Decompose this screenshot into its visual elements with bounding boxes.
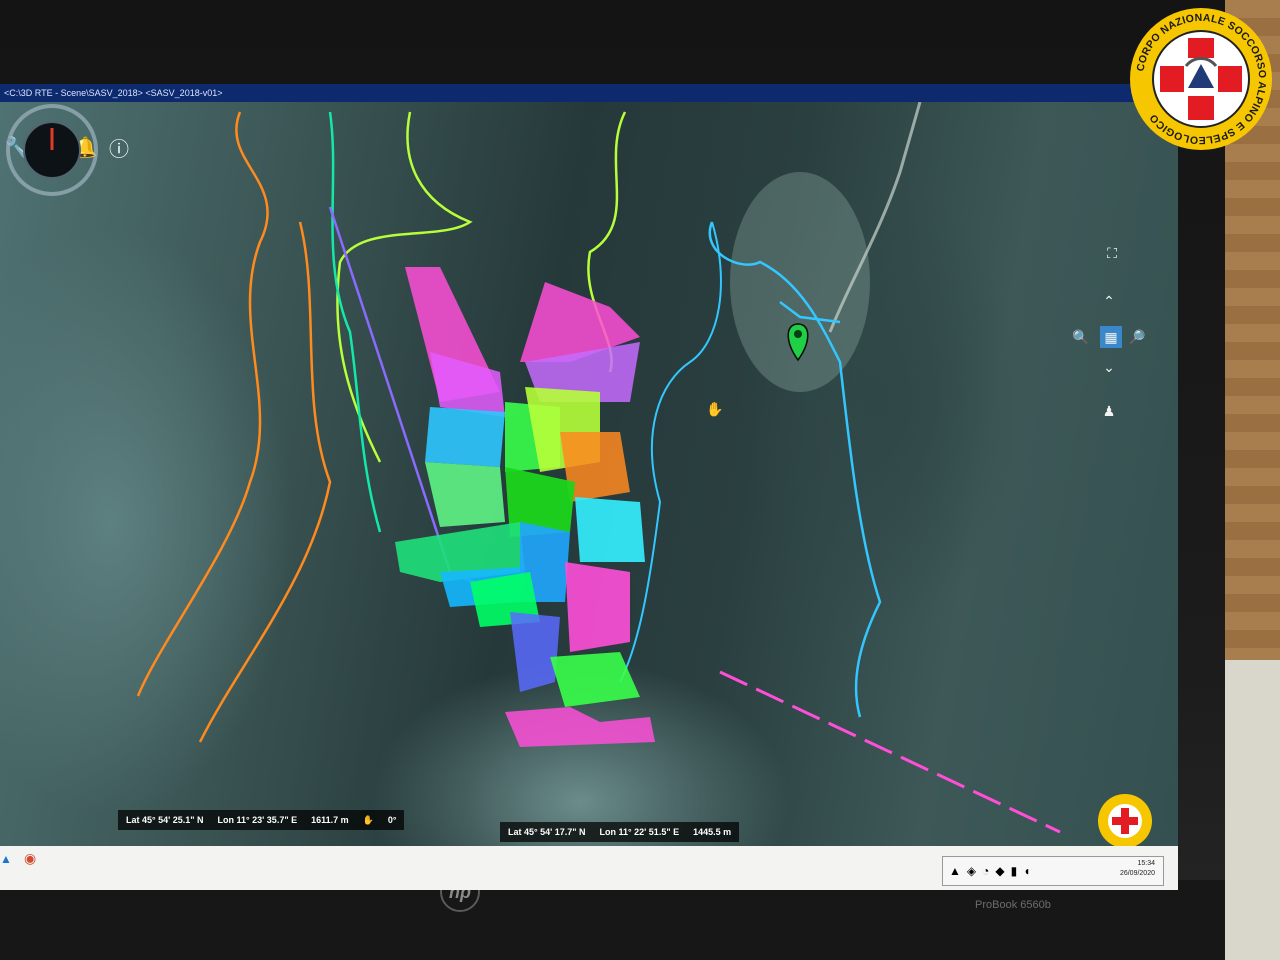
track-pink-dashed — [719, 670, 1061, 834]
heading-value: 0° — [387, 815, 397, 825]
person-icon[interactable]: ♟ — [1100, 402, 1118, 420]
marker-dot — [794, 330, 802, 338]
sector-pink-3 — [565, 562, 630, 652]
sector-indigo-1 — [510, 612, 560, 692]
tilt-up-icon[interactable]: ⌃ — [1100, 292, 1118, 310]
latitude-left: Lat 45° 54' 25.1" N — [126, 815, 204, 825]
network-icon[interactable]: ▮ — [1011, 864, 1018, 878]
longitude-right: Lon 11° 22' 51.5" E — [599, 827, 680, 837]
zoom-in-icon[interactable]: 🔎 — [1128, 328, 1146, 346]
cnsas-small-logo — [1098, 794, 1152, 846]
track-orange-2 — [198, 221, 332, 743]
map-view[interactable]: ✋ 🔧 🔍 🔔 ⓘ ⛶ ⌃ 🔍 ▦ 🔎 ⌄ ♟ Lat 45° 54' 25. — [0, 102, 1178, 846]
tilt-down-icon[interactable]: ⌄ — [1100, 358, 1118, 376]
longitude-left: Lon 11° 23' 35.7" E — [217, 815, 298, 825]
paper-sheet — [1225, 660, 1280, 960]
meadow-clearing — [730, 172, 870, 392]
laptop-model-label: ProBook 6560b — [975, 899, 1051, 911]
tray-expand-icon[interactable]: ▲ — [949, 864, 961, 878]
altitude-right: 1445.5 m — [693, 827, 732, 837]
sector-pink-4 — [505, 707, 655, 747]
latitude-right: Lat 45° 54' 17.7" N — [508, 827, 586, 837]
altitude-left: 1611.7 m — [311, 815, 349, 825]
laptop-lower-body — [0, 880, 1225, 960]
map-overlay: ✋ — [136, 102, 1061, 834]
volume-icon[interactable]: ◖ — [1023, 864, 1030, 878]
sector-green-5 — [550, 652, 640, 707]
compass-icon[interactable] — [0, 102, 108, 202]
hand-cursor-icon: ✋ — [706, 401, 723, 418]
status-coordinates-right: Lat 45° 54' 17.7" N Lon 11° 22' 51.5" E … — [500, 822, 740, 842]
cnsas-badge-logo: CORPO NAZIONALE SOCCORSO ALPINO E SPELEO… — [1130, 8, 1272, 150]
sector-aqua-1 — [575, 497, 645, 562]
sector-mint-1 — [425, 462, 505, 527]
hand-icon: ✋ — [362, 814, 374, 825]
taskbar-app-icon[interactable]: ▲ — [0, 852, 12, 866]
clock-date: 26/09/2020 — [1119, 870, 1155, 877]
tray-icon-3[interactable]: ◆ — [995, 864, 1004, 878]
fullscreen-icon[interactable]: ⛶ — [1103, 244, 1121, 262]
chrome-icon[interactable]: ◉ — [24, 850, 36, 867]
sector-cyan-1 — [425, 407, 505, 467]
tray-icon-2[interactable]: ◔ — [982, 864, 989, 878]
zoom-out-icon[interactable]: 🔍 — [1072, 328, 1090, 346]
laptop-screen: <C:\3D RTE - Scene\SASV_2018> <SASV_2018… — [0, 84, 1178, 890]
clock[interactable]: 15:34 26/09/2020 — [1120, 859, 1155, 879]
track-blue-2 — [619, 221, 722, 683]
taskbar: ▲ ◉ ▲ ◈ ◔ ◆ ▮ ◖ 15:34 26/09/2020 — [0, 846, 1178, 890]
track-orange-1 — [136, 111, 269, 697]
view-mode-icon[interactable]: ▦ — [1100, 326, 1122, 348]
tray-icon-1[interactable]: ◈ — [967, 864, 976, 878]
clock-time: 15:34 — [1137, 860, 1155, 867]
status-coordinates-left: Lat 45° 54' 25.1" N Lon 11° 23' 35.7" E … — [118, 810, 405, 830]
window-title: <C:\3D RTE - Scene\SASV_2018> <SASV_2018… — [0, 84, 1178, 102]
system-tray: ▲ ◈ ◔ ◆ ▮ ◖ 15:34 26/09/2020 — [942, 856, 1164, 886]
